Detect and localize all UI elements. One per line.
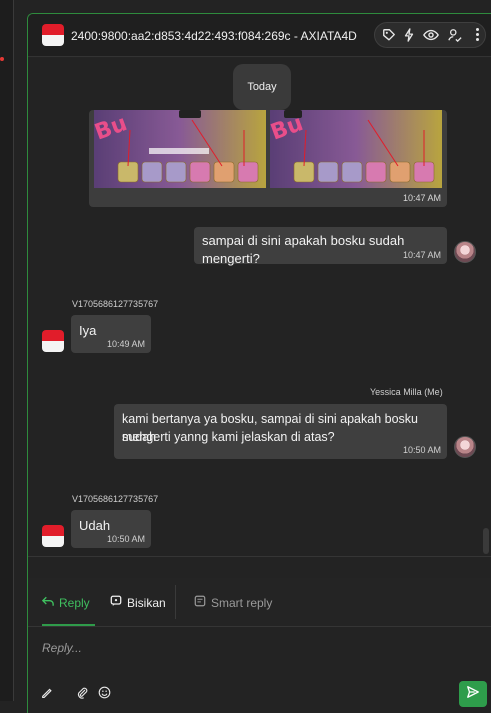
message-time: 10:47 AM <box>402 250 441 260</box>
bolt-icon[interactable] <box>399 26 419 44</box>
composer <box>28 627 491 713</box>
message-text: Udah <box>79 518 111 533</box>
assign-icon[interactable] <box>445 26 465 44</box>
emoji-icon[interactable] <box>97 685 111 699</box>
message-list: Today Bu Bu 10:47 AM sampai di sini apak… <box>28 58 491 578</box>
eye-icon[interactable] <box>421 26 441 44</box>
sender-name: Yessica Milla (Me) <box>370 387 443 397</box>
tab-separator <box>175 585 176 619</box>
message-time: 10:47 AM <box>402 193 441 203</box>
more-options-icon[interactable] <box>472 27 482 45</box>
date-separator: Today <box>233 64 291 110</box>
conversation-panel: 2400:9800:aa2:d853:4d22:493:f084:269c - … <box>27 13 491 713</box>
message-time: 10:50 AM <box>402 445 441 455</box>
sender-name: V1705686127735767 <box>72 494 159 504</box>
message-time: 10:49 AM <box>106 339 145 349</box>
chat-divider <box>28 556 491 557</box>
note-icon <box>110 595 122 610</box>
image-message[interactable]: Bu Bu 10:47 AM <box>89 110 447 207</box>
tab-smart-reply-label: Smart reply <box>211 595 273 610</box>
smart-reply-icon <box>194 595 206 610</box>
indonesia-flag-icon <box>42 525 64 547</box>
header-actions-group <box>374 22 486 48</box>
reply-icon <box>41 596 54 610</box>
indonesia-flag-icon <box>42 330 64 352</box>
agent-avatar <box>454 241 476 263</box>
unread-indicator <box>0 57 4 61</box>
conversation-header: 2400:9800:aa2:d853:4d22:493:f084:269c - … <box>28 14 491 57</box>
incoming-message[interactable]: Udah 10:50 AM <box>71 510 151 548</box>
tab-reply-label: Reply <box>59 595 90 610</box>
tab-bisikan[interactable]: Bisikan <box>110 579 166 626</box>
attach-icon[interactable] <box>75 685 89 699</box>
pen-icon[interactable] <box>40 685 54 699</box>
message-time: 10:50 AM <box>106 534 145 544</box>
agent-avatar <box>454 436 476 458</box>
tab-smart-reply[interactable]: Smart reply <box>194 579 272 626</box>
message-text-line-2: mengerti yanng kami jelaskan di atas? <box>122 430 335 444</box>
incoming-message[interactable]: Iya 10:49 AM <box>71 315 151 353</box>
game-screenshot-image[interactable]: Bu Bu <box>92 110 442 188</box>
indonesia-flag-icon <box>42 24 64 46</box>
left-sidebar-strip <box>0 0 14 701</box>
composer-tabs: Reply Bisikan Smart reply <box>28 579 491 627</box>
conversation-title: 2400:9800:aa2:d853:4d22:493:f084:269c - … <box>71 29 357 43</box>
sender-name: V1705686127735767 <box>72 299 159 309</box>
outgoing-message[interactable]: sampai di sini apakah bosku sudah menger… <box>194 227 447 266</box>
message-text: Iya <box>79 323 97 338</box>
scrollbar-thumb[interactable] <box>483 528 489 554</box>
tag-icon[interactable] <box>379 26 399 44</box>
outgoing-message[interactable]: kami bertanya ya bosku, sampai di sini a… <box>114 404 447 459</box>
tab-reply[interactable]: Reply <box>41 579 95 626</box>
send-button[interactable] <box>459 681 487 707</box>
tab-bisikan-label: Bisikan <box>127 595 166 610</box>
reply-input[interactable] <box>42 637 462 659</box>
